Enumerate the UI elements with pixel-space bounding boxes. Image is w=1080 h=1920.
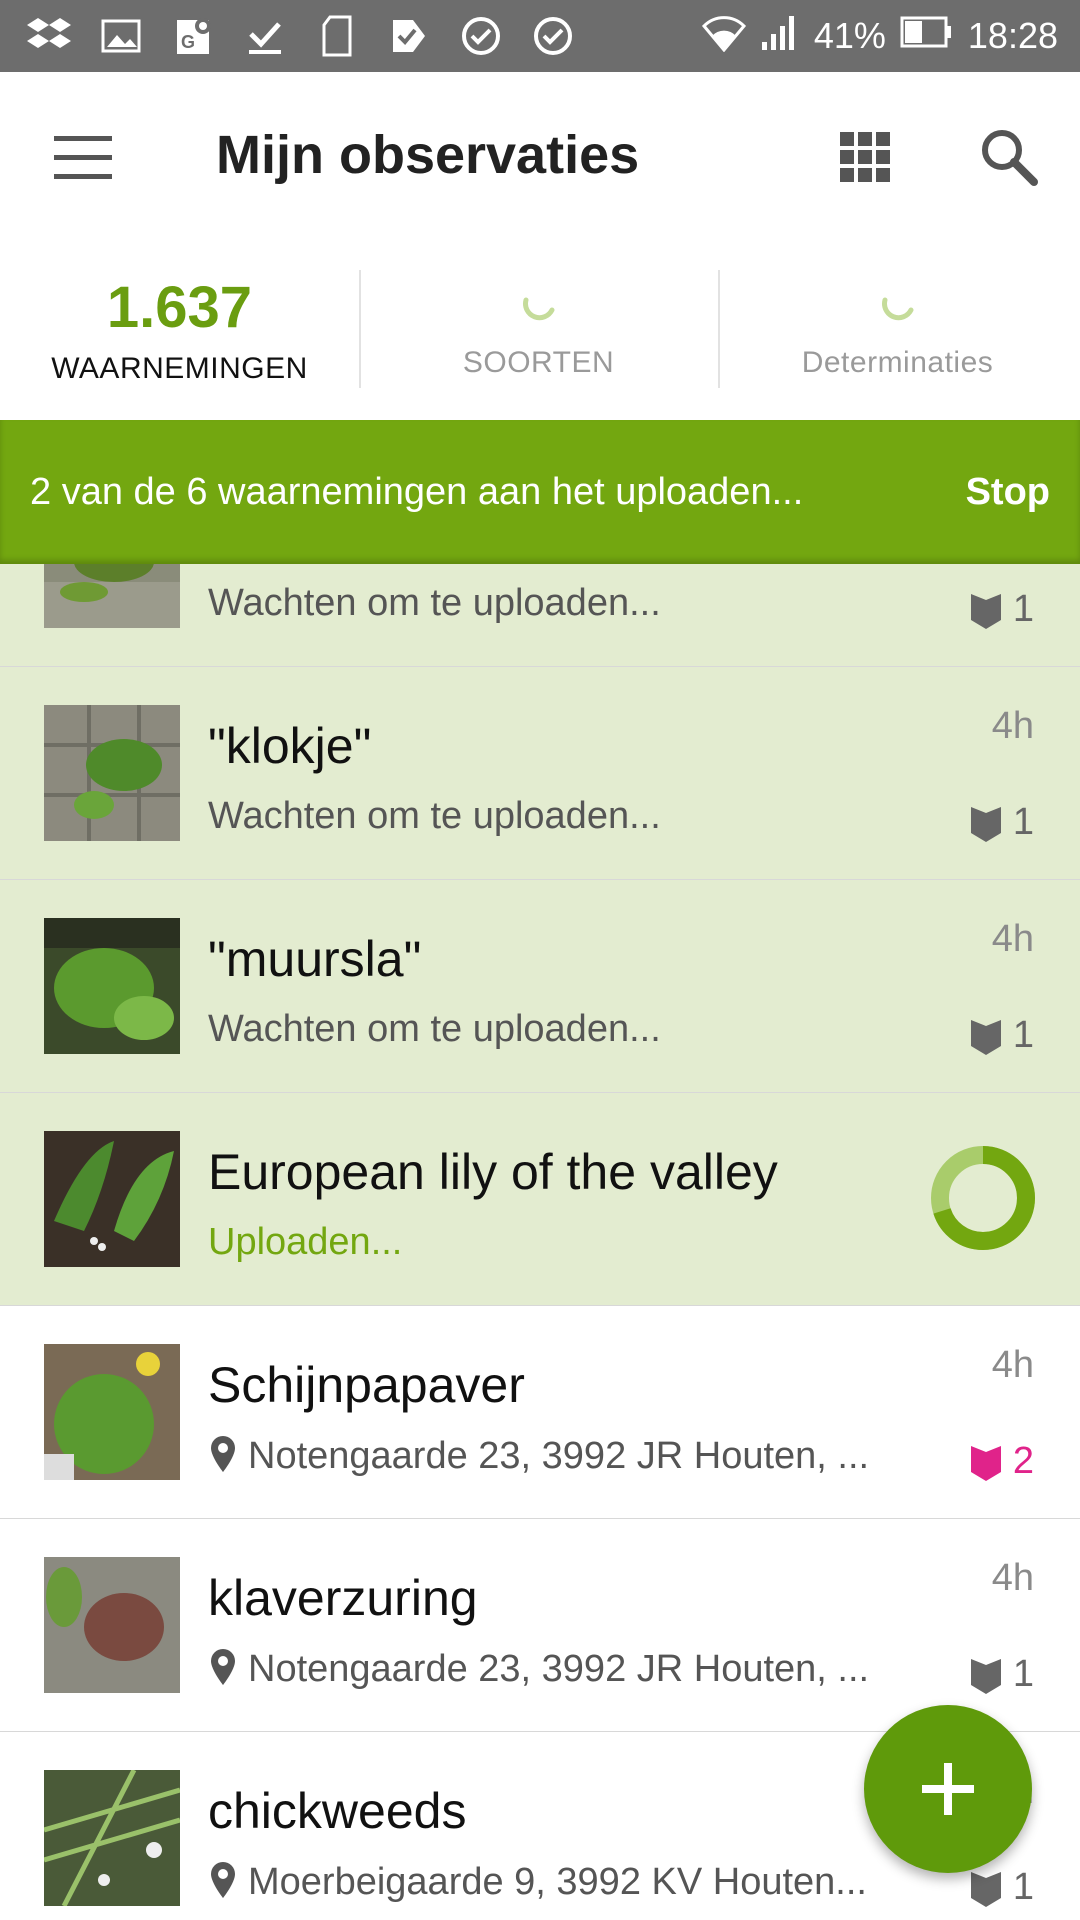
- fave-icon: [970, 1019, 1001, 1055]
- tab-soorten[interactable]: SOORTEN: [359, 244, 718, 420]
- location-text: Notengaarde 23, 3992 JR Houten, ...: [248, 1648, 870, 1690]
- list-item[interactable]: European lily of the valley Uploaden...: [0, 1093, 1080, 1308]
- observation-thumbnail: [44, 1770, 180, 1906]
- list-item[interactable]: Schijnpapaver Notengaarde 23, 3992 JR Ho…: [0, 1306, 1080, 1521]
- location-text: Notengaarde 23, 3992 JR Houten, ...: [248, 1435, 870, 1477]
- location-text: Moerbeigaarde 9, 3992 KV Houten...: [248, 1861, 867, 1903]
- fave-icon: [970, 1658, 1001, 1694]
- observation-title: "klokje": [208, 718, 372, 774]
- grid-view-icon[interactable]: [838, 130, 892, 184]
- tab-label: SOORTEN: [462, 346, 615, 379]
- list-item[interactable]: klaverzuring Notengaarde 23, 3992 JR Hou…: [0, 1519, 1080, 1734]
- faves: 1: [969, 1866, 1034, 1909]
- observation-status: Wachten om te uploaden...: [208, 1008, 661, 1050]
- tab-indicator: [0, 412, 359, 420]
- fave-icon: [970, 1871, 1001, 1907]
- faves: 1: [969, 588, 1034, 631]
- page-title: Mijn observaties: [216, 125, 640, 185]
- status-bar: G 41% 18:28: [0, 0, 1080, 72]
- fave-count: 1: [1012, 588, 1034, 630]
- observation-thumbnail: [44, 1344, 180, 1480]
- observation-location: Moerbeigaarde 9, 3992 KV Houten...: [208, 1860, 928, 1904]
- list-item[interactable]: "muursla" Wachten om te uploaden... 4h 1: [0, 880, 1080, 1095]
- location-pin-icon: [211, 1436, 235, 1472]
- tab-label: WAARNEMINGEN: [51, 352, 308, 385]
- observation-title: European lily of the valley: [208, 1144, 778, 1200]
- observation-status: Wachten om te uploaden...: [208, 582, 661, 624]
- faves: 2: [969, 1440, 1034, 1483]
- sync-icon: [530, 13, 576, 59]
- observation-thumbnail: [44, 918, 180, 1054]
- tab-waarnemingen[interactable]: 1.637 WAARNEMINGEN: [0, 244, 359, 420]
- stop-upload-button[interactable]: Stop: [966, 471, 1050, 514]
- faves: 1: [969, 1653, 1034, 1696]
- image-icon: [98, 13, 144, 59]
- list-item[interactable]: "klokje" Wachten om te uploaden... 4h 1: [0, 667, 1080, 882]
- fave-icon: [970, 806, 1001, 842]
- fave-count: 1: [1012, 1866, 1034, 1908]
- observation-location: Notengaarde 23, 3992 JR Houten, ...: [208, 1647, 928, 1691]
- checkmark-icon: [386, 13, 432, 59]
- faves: 1: [969, 1014, 1034, 1057]
- tab-determinaties[interactable]: Determinaties: [718, 244, 1077, 420]
- observation-title: chickweeds: [208, 1783, 467, 1839]
- fave-count: 2: [1012, 1440, 1034, 1482]
- fave-count: 1: [1012, 801, 1034, 843]
- observation-thumbnail: [44, 705, 180, 841]
- hamburger-menu-icon[interactable]: [54, 134, 112, 182]
- observation-title: "muursla": [208, 931, 422, 987]
- svg-text:G: G: [181, 32, 195, 52]
- maps-icon: G: [170, 13, 216, 59]
- add-icon: [922, 1763, 974, 1815]
- observation-thumbnail: [44, 1131, 180, 1267]
- clock: 18:28: [967, 15, 1058, 56]
- upload-progress-icon: [931, 1146, 1035, 1250]
- loading-spinner-icon: [881, 297, 913, 321]
- loading-spinner-icon: [522, 297, 554, 321]
- observation-status: Wachten om te uploaden...: [208, 795, 661, 837]
- observation-thumbnail: [44, 1557, 180, 1693]
- location-pin-icon: [211, 1649, 235, 1685]
- location-pin-icon: [211, 1862, 235, 1898]
- battery-percent: 41%: [813, 15, 886, 56]
- observation-time: 4h: [991, 918, 1034, 960]
- upload-banner: 2 van de 6 waarnemingen aan het uploaden…: [0, 420, 1080, 564]
- faves: 1: [969, 801, 1034, 844]
- sync-icon: [458, 13, 504, 59]
- observation-title: klaverzuring: [208, 1570, 478, 1626]
- observation-title: Schijnpapaver: [208, 1357, 525, 1413]
- search-icon[interactable]: [978, 126, 1038, 186]
- sd-card-icon: [314, 13, 360, 59]
- fave-icon: [970, 593, 1001, 629]
- app-bar: Mijn observaties: [0, 72, 1080, 244]
- observation-time: 4h: [991, 705, 1034, 747]
- wifi-icon: [701, 12, 746, 61]
- observation-status: Uploaden...: [208, 1221, 403, 1263]
- list-item[interactable]: Wachten om te uploaden... 1: [0, 564, 1080, 669]
- tab-label: Determinaties: [801, 346, 994, 379]
- download-done-icon: [242, 13, 288, 59]
- tab-bar: 1.637 WAARNEMINGEN SOORTEN Determinaties: [0, 244, 1080, 420]
- observation-time: 4h: [991, 1557, 1034, 1599]
- fave-count: 1: [1012, 1653, 1034, 1695]
- observation-thumbnail: [44, 564, 180, 628]
- add-observation-button[interactable]: [864, 1705, 1032, 1873]
- fave-count: 1: [1012, 1014, 1034, 1056]
- dropbox-icon: [26, 13, 72, 59]
- tab-count: 1.637: [106, 275, 253, 340]
- upload-status-text: 2 van de 6 waarnemingen aan het uploaden…: [30, 470, 804, 513]
- observation-location: Notengaarde 23, 3992 JR Houten, ...: [208, 1434, 928, 1478]
- signal-icon: [760, 14, 800, 59]
- battery-icon: [900, 15, 954, 57]
- fave-icon: [970, 1445, 1001, 1481]
- observation-time: 4h: [991, 1344, 1034, 1386]
